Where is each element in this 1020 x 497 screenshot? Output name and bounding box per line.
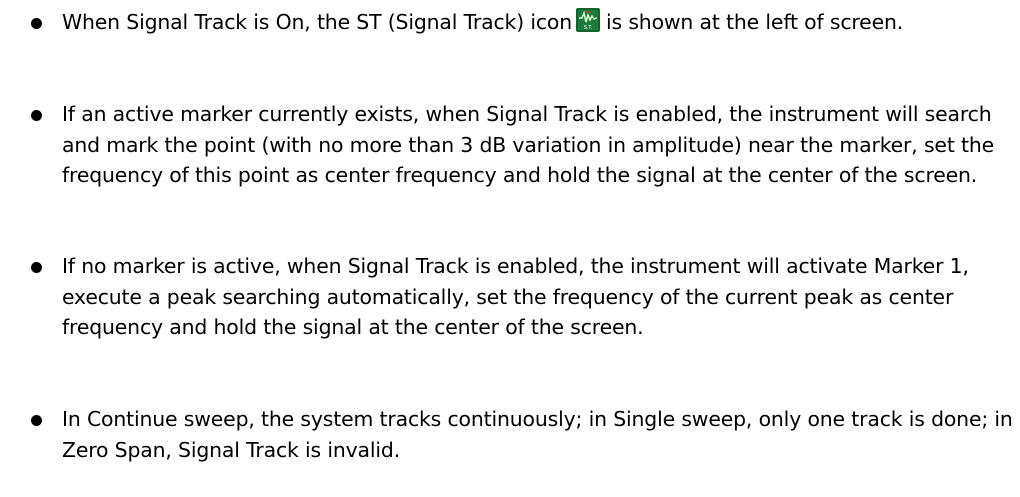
bullet-text-before-icon: When Signal Track is On, the ST (Signal … bbox=[62, 10, 573, 34]
bullet-dot bbox=[31, 262, 42, 273]
bullet-dot bbox=[31, 415, 42, 426]
list-item-text: In Continue sweep, the system tracks con… bbox=[62, 407, 1013, 462]
bullet-dot bbox=[31, 110, 42, 121]
list-item-text: If no marker is active, when Signal Trac… bbox=[62, 254, 969, 339]
bullet-dot bbox=[31, 18, 42, 29]
list-item-text: When Signal Track is On, the ST (Signal … bbox=[62, 7, 1017, 38]
signal-track-icon-label: S.T. bbox=[584, 25, 593, 31]
bullet-text-after-icon: is shown at the left of screen. bbox=[606, 10, 904, 34]
signal-track-icon: S.T. bbox=[576, 8, 601, 32]
list-item-text: If an active marker currently exists, wh… bbox=[62, 102, 995, 187]
